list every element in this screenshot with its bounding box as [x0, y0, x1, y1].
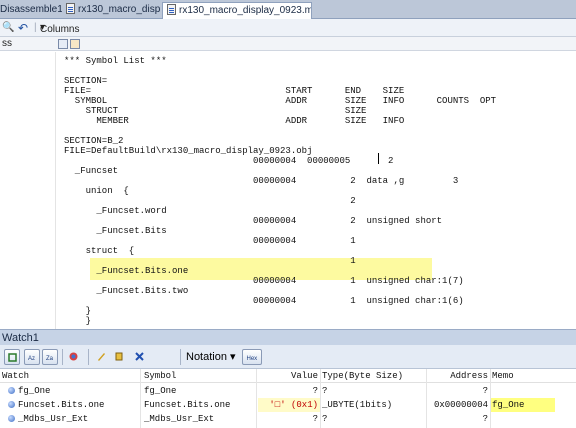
- column-header-address[interactable]: Address: [430, 369, 488, 383]
- code-line: _Funcset.Bits.one: [64, 266, 189, 276]
- file-icon: [167, 4, 176, 15]
- document-tab-bar: Disassemble1 rx130_macro_display_0923.c …: [0, 0, 576, 19]
- search-icon[interactable]: 🔍: [2, 21, 14, 35]
- variable-icon: [8, 387, 15, 394]
- column-header-type[interactable]: Type(Byte Size): [322, 369, 403, 383]
- columns-button[interactable]: Columns ▾: [40, 21, 79, 35]
- symbol-cell: _Mdbs_Usr_Ext: [144, 414, 215, 424]
- watch-row[interactable]: _Mdbs_Usr_Ext _Mdbs_Usr_Ext ? ? ?: [0, 412, 576, 426]
- refresh-icon[interactable]: [4, 349, 20, 365]
- add-watch-icon[interactable]: [112, 349, 128, 365]
- code-line: _Funcset.word: [64, 206, 167, 216]
- tab-label: rx130_macro_display_0923.map: [179, 5, 312, 16]
- ruler-left-label: ss: [2, 38, 12, 49]
- code-line: *** Symbol List ***: [64, 56, 167, 66]
- code-line: 00000004 1 unsigned char:1(6): [64, 296, 464, 306]
- symbol-cell: Funcset.Bits.one: [144, 400, 231, 410]
- type-cell: _UBYTE(1bits): [322, 400, 393, 410]
- code-line: 00000004 2 data ,g 3: [64, 176, 459, 186]
- value-cell[interactable]: ?: [260, 412, 318, 426]
- code-line: FILE=DefaultBuild\rx130_macro_display_09…: [64, 146, 313, 156]
- code-line: FILE= START END SIZE: [64, 86, 405, 96]
- notation-dropdown[interactable]: Notation ▾: [186, 349, 236, 365]
- code-line: STRUCT SIZE: [64, 106, 367, 116]
- edit-variable-icon[interactable]: [94, 349, 110, 365]
- code-line: _Funcset.Bits.two: [64, 286, 189, 296]
- type-cell: ?: [322, 414, 328, 424]
- toolbar-divider: [88, 349, 89, 365]
- bookmark-icon[interactable]: [58, 39, 68, 49]
- toolbar-divider: [62, 349, 63, 365]
- watch-grid: Watch Symbol Value Type(Byte Size) Addre…: [0, 369, 576, 428]
- column-header-memo[interactable]: Memo: [492, 369, 514, 383]
- editor-toolbar: 🔍 ↶ | Columns ▾: [0, 19, 576, 37]
- watch-panel-title: Watch1: [0, 329, 576, 345]
- code-line: }: [64, 316, 92, 326]
- memory-icon[interactable]: [66, 349, 82, 365]
- code-line: 00000004 2 unsigned short: [64, 216, 443, 226]
- code-line: }: [64, 306, 92, 316]
- svg-text:Hex: Hex: [247, 356, 258, 362]
- toolbar-divider: [180, 349, 181, 365]
- map-file-editor[interactable]: *** Symbol List *** SECTION= FILE= START E…: [0, 52, 576, 329]
- variable-icon: [8, 415, 15, 422]
- address-cell: ?: [482, 414, 488, 424]
- memo-cell[interactable]: fg_One: [492, 398, 524, 412]
- file-icon: [66, 3, 75, 14]
- sort-descending-icon[interactable]: Za: [42, 349, 58, 365]
- code-line: 00000004 00000005 2: [64, 156, 394, 166]
- jump-icon[interactable]: [70, 39, 80, 49]
- watch-row[interactable]: Funcset.Bits.one Funcset.Bits.one '□' (0…: [0, 398, 576, 412]
- type-cell: ?: [322, 386, 328, 396]
- column-header-value[interactable]: Value: [260, 369, 318, 383]
- code-line: _Funcset.Bits: [64, 226, 167, 236]
- tab-label: rx130_macro_display_0923.c: [78, 4, 160, 15]
- svg-text:Az: Az: [28, 356, 35, 362]
- code-line: SECTION=B_2: [64, 136, 124, 146]
- address-cell: 0x00000004: [433, 400, 488, 410]
- watch-name-cell: Funcset.Bits.one: [8, 398, 104, 412]
- symbol-cell: fg_One: [144, 386, 177, 396]
- editor-margin: [0, 52, 56, 329]
- column-header-symbol[interactable]: Symbol: [144, 369, 176, 383]
- code-line: MEMBER ADDR SIZE INFO: [64, 116, 405, 126]
- tab-map-file[interactable]: rx130_macro_display_0923.map: [162, 2, 312, 19]
- watch-name-cell: _Mdbs_Usr_Ext: [8, 412, 88, 426]
- sort-ascending-icon[interactable]: Az: [24, 349, 40, 365]
- address-cell: ?: [482, 386, 488, 396]
- hex-display-icon[interactable]: Hex: [242, 349, 262, 365]
- code-line: SYMBOL ADDR SIZE INFO COUNTS OPT: [64, 96, 497, 106]
- code-line: SECTION=: [64, 76, 108, 86]
- svg-text:Za: Za: [46, 356, 54, 362]
- value-cell[interactable]: '□' (0x1): [260, 398, 318, 412]
- delete-icon[interactable]: [132, 349, 148, 365]
- code-line: _Funcset: [64, 166, 119, 176]
- value-cell[interactable]: ?: [260, 384, 318, 398]
- watch-title-text: Watch1: [2, 332, 39, 344]
- tab-source-file[interactable]: rx130_macro_display_0923.c: [64, 2, 160, 19]
- toolbar-divider: |: [34, 22, 37, 33]
- watch-row[interactable]: fg_One fg_One ? ? ?: [0, 384, 576, 398]
- tab-disassemble[interactable]: Disassemble1: [0, 2, 62, 19]
- watch-name-cell: fg_One: [8, 384, 50, 398]
- code-line: 2: [64, 196, 356, 206]
- code-line: union {: [64, 186, 129, 196]
- code-line: 00000004 1: [64, 236, 356, 246]
- code-line: 1: [64, 256, 356, 266]
- editor-ruler: ss: [0, 37, 576, 51]
- tab-label: Disassemble1: [0, 4, 62, 15]
- variable-icon: [8, 401, 15, 408]
- undo-icon[interactable]: ↶: [18, 21, 28, 35]
- column-header-watch[interactable]: Watch: [2, 369, 29, 383]
- watch-toolbar: Az Za Notation ▾ Hex: [0, 345, 576, 369]
- code-line: struct {: [64, 246, 135, 256]
- code-line: 00000004 1 unsigned char:1(7): [64, 276, 464, 286]
